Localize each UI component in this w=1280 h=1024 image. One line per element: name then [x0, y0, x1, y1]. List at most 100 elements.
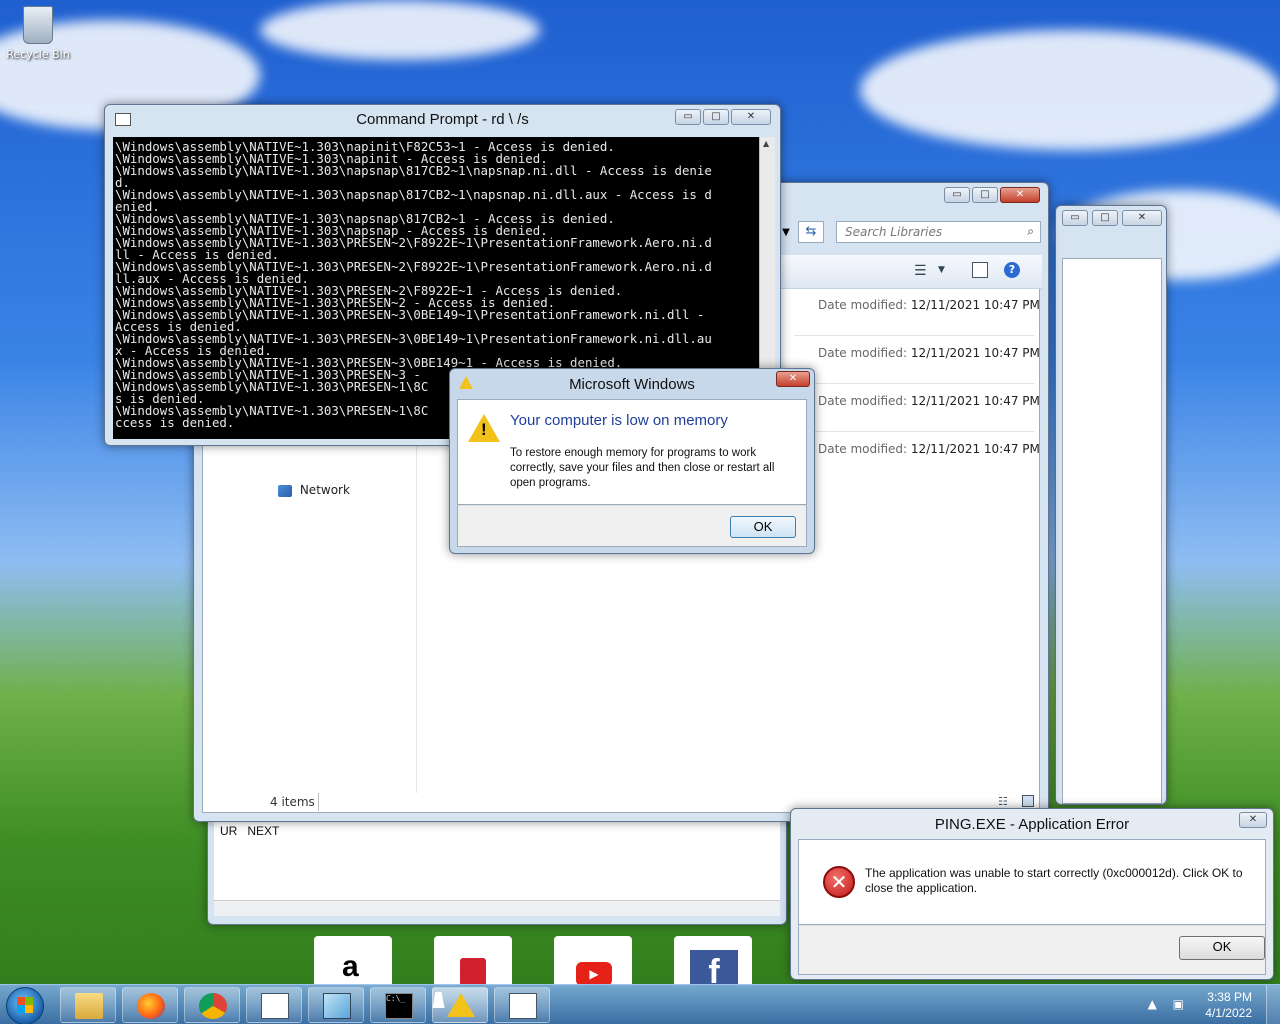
console-line: UR NEXT	[220, 824, 279, 838]
notepad-icon	[261, 993, 289, 1019]
hotel-shortcut[interactable]	[434, 936, 512, 986]
background-window[interactable]: ▭ □ ✕	[1055, 205, 1167, 805]
nav-item-network[interactable]: Network	[278, 483, 350, 497]
date-modified-label: Date modified:	[818, 442, 908, 456]
minimize-button[interactable]: ▭	[944, 187, 970, 203]
view-dropdown-icon[interactable]: ▼	[938, 265, 945, 275]
ok-button[interactable]: OK	[730, 516, 796, 538]
taskbar-item-firefox[interactable]	[122, 987, 178, 1023]
search-icon: ⌕	[1027, 224, 1034, 238]
dialog-footer: OK	[798, 925, 1266, 975]
document-icon	[323, 993, 351, 1019]
recycle-bin-shortcut[interactable]: Recycle Bin	[6, 6, 70, 61]
warning-icon	[447, 993, 475, 1017]
start-button[interactable]	[6, 987, 44, 1024]
taskbar-item-notepad-2[interactable]	[494, 987, 550, 1023]
ok-button[interactable]: OK	[1179, 936, 1265, 960]
dialog-title: PING.EXE - Application Error	[934, 816, 1130, 833]
network-tray-icon[interactable]: ▣	[1173, 997, 1184, 1011]
status-separator	[318, 793, 319, 811]
maximize-button[interactable]: □	[972, 187, 998, 203]
large-icons-view-icon[interactable]	[1022, 795, 1034, 807]
preview-pane-icon[interactable]	[972, 262, 988, 278]
dialog-message: The application was unable to start corr…	[865, 866, 1243, 895]
taskbar-item-documents[interactable]	[308, 987, 364, 1023]
view-options-icon[interactable]: ☰	[914, 263, 927, 279]
maximize-button[interactable]: □	[703, 109, 729, 125]
command-prompt-icon: C:\_	[385, 993, 413, 1019]
taskbar-item-command-prompt[interactable]: C:\_	[370, 987, 426, 1023]
nav-network-label: Network	[299, 483, 350, 497]
notepad-icon	[509, 993, 537, 1019]
dialog-heading: Your computer is low on memory	[510, 412, 728, 429]
taskbar-item-explorer[interactable]	[60, 987, 116, 1023]
search-input[interactable]: Search Libraries ⌕	[836, 221, 1041, 243]
explorer-toolbar: ☰ ▼ ?	[778, 255, 1042, 289]
dialog-body: ✕ The application was unable to start co…	[798, 839, 1266, 925]
clock-time: 3:38 PM	[1207, 990, 1252, 1004]
minimize-button[interactable]: ▭	[1062, 210, 1088, 226]
network-icon	[278, 484, 292, 497]
ping-error-dialog[interactable]: PING.EXE - Application Error ✕ ✕ The app…	[790, 808, 1274, 980]
date-modified-label: Date modified:	[818, 346, 908, 360]
amazon-icon: a	[342, 950, 359, 983]
hotel-icon	[460, 958, 486, 986]
recycle-bin-icon	[23, 6, 53, 44]
file-row-2[interactable]: Date modified: 12/11/2021 10:47 PM	[818, 346, 1040, 360]
dialog-title: Microsoft Windows	[569, 376, 695, 393]
taskbar: C:\_ ▲ ▣ 3:38 PM 4/1/2022	[0, 984, 1280, 1024]
horizontal-scrollbar[interactable]	[214, 900, 780, 916]
windows-logo-icon	[17, 997, 33, 1013]
console-line: \Windows\assembly\NATIVE~1.303\napsnap\8…	[115, 163, 712, 178]
dialog-body: ! Your computer is low on memory To rest…	[457, 399, 807, 505]
maximize-button[interactable]: □	[1092, 210, 1118, 226]
file-row-3[interactable]: Date modified: 12/11/2021 10:47 PM	[818, 394, 1040, 408]
close-button[interactable]: ✕	[1122, 210, 1162, 226]
close-button[interactable]: ✕	[1000, 187, 1040, 203]
file-date: 12/11/2021 10:47 PM	[910, 346, 1040, 360]
close-button[interactable]: ✕	[731, 109, 771, 125]
close-button[interactable]: ✕	[776, 371, 810, 387]
show-hidden-icons-icon[interactable]: ▲	[1148, 997, 1157, 1011]
row-separator	[794, 383, 1034, 384]
chrome-icon	[199, 993, 227, 1019]
nav-pane-divider[interactable]	[416, 433, 417, 793]
file-date: 12/11/2021 10:47 PM	[910, 442, 1040, 456]
error-icon: ✕	[823, 866, 855, 898]
recycle-bin-label: Recycle Bin	[6, 48, 70, 61]
youtube-shortcut[interactable]: ▶	[554, 936, 632, 986]
facebook-shortcut[interactable]: f	[674, 936, 752, 991]
tray-icons[interactable]: ▲ ▣	[1148, 997, 1184, 1011]
file-row-4[interactable]: Date modified: 12/11/2021 10:47 PM	[818, 442, 1040, 456]
facebook-icon: f	[690, 950, 738, 991]
dialog-message: To restore enough memory for programs to…	[510, 447, 775, 489]
folder-icon	[75, 993, 103, 1019]
taskbar-item-chrome[interactable]	[184, 987, 240, 1023]
warning-icon: !	[468, 414, 500, 442]
search-placeholder: Search Libraries	[845, 225, 943, 239]
details-view-icon[interactable]: ☷	[998, 795, 1008, 808]
minimize-button[interactable]: ▭	[675, 109, 701, 125]
show-desktop-button[interactable]	[1266, 985, 1280, 1024]
background-window-content	[1062, 258, 1162, 804]
dialog-footer: OK	[457, 505, 807, 547]
row-separator	[794, 431, 1034, 432]
date-modified-label: Date modified:	[818, 394, 908, 408]
firefox-icon	[137, 993, 165, 1019]
refresh-button[interactable]: ⇆	[798, 221, 824, 243]
low-memory-dialog[interactable]: Microsoft Windows ✕ ! Your computer is l…	[449, 368, 815, 554]
file-date: 12/11/2021 10:47 PM	[910, 298, 1040, 312]
scroll-up-icon[interactable]: ▲	[763, 139, 769, 148]
file-row-1[interactable]: Date modified: 12/11/2021 10:47 PM	[818, 298, 1040, 312]
file-date: 12/11/2021 10:47 PM	[910, 394, 1040, 408]
taskbar-item-notepad[interactable]	[246, 987, 302, 1023]
wallpaper-cloud	[260, 0, 540, 60]
clock-date: 4/1/2022	[1205, 1006, 1252, 1020]
amazon-shortcut[interactable]: a	[314, 936, 392, 986]
console-line-col1: UR	[220, 824, 238, 838]
date-modified-label: Date modified:	[818, 298, 908, 312]
clock[interactable]: 3:38 PM 4/1/2022	[1205, 989, 1252, 1021]
close-button[interactable]: ✕	[1239, 812, 1267, 828]
youtube-icon: ▶	[576, 962, 612, 986]
help-icon[interactable]: ?	[1004, 262, 1020, 278]
